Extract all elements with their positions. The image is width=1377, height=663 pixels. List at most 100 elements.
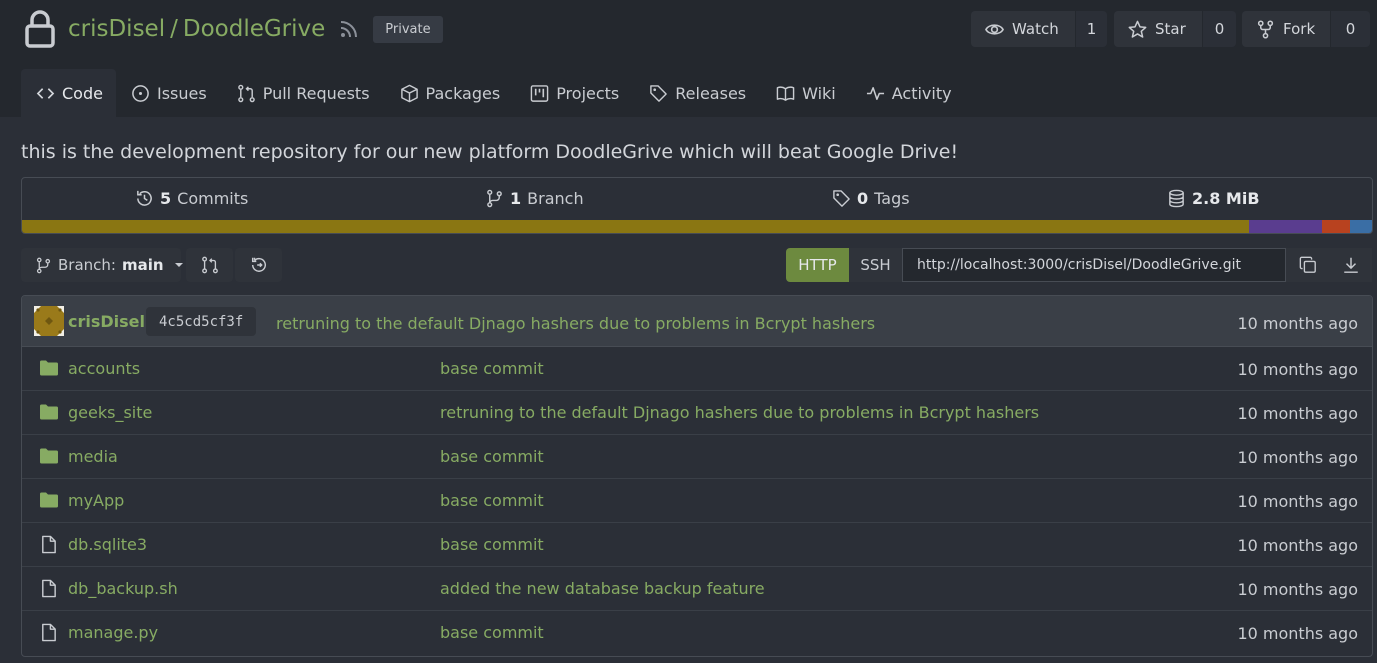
file-name-link[interactable]: media [68, 447, 118, 466]
file-name-link[interactable]: db.sqlite3 [68, 535, 147, 554]
tab-label: Code [62, 83, 103, 103]
tab-code[interactable]: Code [21, 69, 116, 117]
folder-icon [39, 447, 59, 465]
file-row: myApp base commit 10 months ago [22, 479, 1372, 523]
fork-label: Fork [1283, 20, 1316, 38]
tab-activity[interactable]: Activity [851, 69, 967, 117]
download-button[interactable] [1329, 248, 1372, 282]
branches-label: Branch [527, 189, 584, 208]
file-commit-time: 10 months ago [1237, 448, 1358, 467]
history-icon [135, 189, 154, 208]
tab-label: Pull Requests [262, 83, 370, 103]
file-commit-time: 10 months ago [1237, 624, 1358, 643]
language-segment[interactable] [22, 220, 1250, 233]
book-icon [776, 84, 795, 103]
file-commit-time: 10 months ago [1237, 360, 1358, 379]
file-commit-message-link[interactable]: added the new database backup feature [440, 579, 765, 598]
file-row: db.sqlite3 base commit 10 months ago [22, 523, 1372, 567]
tab-pull-requests[interactable]: Pull Requests [222, 69, 385, 117]
file-row: geeks_site retruning to the default Djnag… [22, 391, 1372, 435]
visibility-badge: Private [373, 15, 443, 43]
commits-label: Commits [177, 189, 249, 208]
commits-stat[interactable]: 5 Commits [135, 189, 248, 208]
rss-icon[interactable] [339, 19, 359, 39]
watch-count[interactable]: 1 [1075, 11, 1107, 47]
language-segment[interactable] [1322, 220, 1351, 233]
history-icon [250, 256, 268, 274]
file-name-link[interactable]: db_backup.sh [68, 579, 178, 598]
commit-message-link[interactable]: retruning to the default Djnago hashers … [276, 314, 875, 333]
file-name-link[interactable]: myApp [68, 491, 124, 510]
file-commit-message-link[interactable]: base commit [440, 359, 544, 378]
commit-sha-button[interactable]: 4c5cd5cf3f [146, 307, 257, 336]
copy-url-button[interactable] [1286, 248, 1329, 282]
fork-icon [1256, 19, 1275, 39]
tab-label: Issues [157, 83, 207, 103]
file-name-link[interactable]: manage.py [68, 623, 158, 642]
repo-title: crisDisel / DoodleGrive Private [24, 8, 443, 50]
file-commit-message-link[interactable]: retruning to the default Djnago hashers … [440, 403, 1039, 422]
file-list: accounts base commit 10 months ago geeks_si… [22, 347, 1372, 655]
http-protocol-button[interactable]: HTTP [786, 248, 849, 282]
language-segment[interactable] [1350, 220, 1372, 233]
branch-dropdown[interactable]: Branch: main [21, 248, 183, 282]
language-segment[interactable] [1249, 220, 1323, 233]
file-commit-message-link[interactable]: base commit [440, 623, 544, 642]
file-name-link[interactable]: accounts [68, 359, 140, 378]
avatar[interactable] [34, 306, 64, 336]
database-icon [1167, 189, 1186, 208]
tab-label: Wiki [802, 83, 836, 103]
repo-owner-link[interactable]: crisDisel [68, 16, 165, 42]
file-commit-message-link[interactable]: base commit [440, 491, 544, 510]
code-icon [36, 84, 55, 103]
language-bar[interactable] [22, 220, 1372, 233]
pulse-icon [866, 84, 885, 103]
file-commit-message-link[interactable]: base commit [440, 535, 544, 554]
branch-prefix: Branch: [58, 256, 116, 274]
file-row: db_backup.sh added the new database backu… [22, 567, 1372, 611]
star-label: Star [1155, 20, 1186, 38]
star-icon [1128, 20, 1147, 39]
repo-size: 2.8 MiB [1192, 189, 1260, 208]
file-table: crisDisel 4c5cd5cf3f retruning to the de… [21, 295, 1373, 657]
file-commit-time: 10 months ago [1237, 492, 1358, 511]
star-count[interactable]: 0 [1202, 11, 1236, 47]
repo-description: this is the development repository for o… [21, 141, 959, 163]
eye-icon [985, 20, 1004, 39]
download-icon [1342, 256, 1360, 274]
fork-button[interactable]: Fork [1242, 11, 1330, 47]
tab-wiki[interactable]: Wiki [761, 69, 851, 117]
tab-projects[interactable]: Projects [515, 69, 634, 117]
file-name-link[interactable]: geeks_site [68, 403, 152, 422]
watch-group: Watch 1 [971, 11, 1107, 47]
tab-label: Releases [675, 83, 747, 103]
history-button[interactable] [235, 248, 282, 282]
star-group: Star 0 [1114, 11, 1236, 47]
repo-header: crisDisel / DoodleGrive Private Watch 1 [0, 0, 1377, 117]
file-commit-time: 10 months ago [1237, 536, 1358, 555]
latest-commit-row: crisDisel 4c5cd5cf3f retruning to the de… [22, 296, 1372, 347]
ssh-protocol-button[interactable]: SSH [849, 248, 902, 282]
file-row: media base commit 10 months ago [22, 435, 1372, 479]
clone-url-input[interactable] [902, 248, 1286, 282]
compare-button[interactable] [186, 248, 233, 282]
file-icon [39, 535, 58, 554]
commit-time: 10 months ago [1237, 314, 1358, 333]
repo-name-link[interactable]: DoodleGrive [183, 16, 325, 42]
tab-issues[interactable]: Issues [116, 69, 222, 117]
commit-author-link[interactable]: crisDisel [68, 312, 145, 331]
tags-stat[interactable]: 0 Tags [832, 189, 910, 208]
watch-button[interactable]: Watch [971, 11, 1075, 47]
tab-packages[interactable]: Packages [385, 69, 516, 117]
star-button[interactable]: Star [1114, 11, 1202, 47]
watch-label: Watch [1012, 20, 1059, 38]
file-commit-message-link[interactable]: base commit [440, 447, 544, 466]
tab-releases[interactable]: Releases [634, 69, 761, 117]
size-stat: 2.8 MiB [1167, 189, 1260, 208]
file-icon [39, 623, 58, 642]
folder-icon [39, 491, 59, 509]
branches-stat[interactable]: 1 Branch [485, 189, 584, 208]
tab-label: Packages [425, 83, 501, 103]
copy-icon [1299, 256, 1317, 274]
fork-count[interactable]: 0 [1330, 11, 1370, 47]
